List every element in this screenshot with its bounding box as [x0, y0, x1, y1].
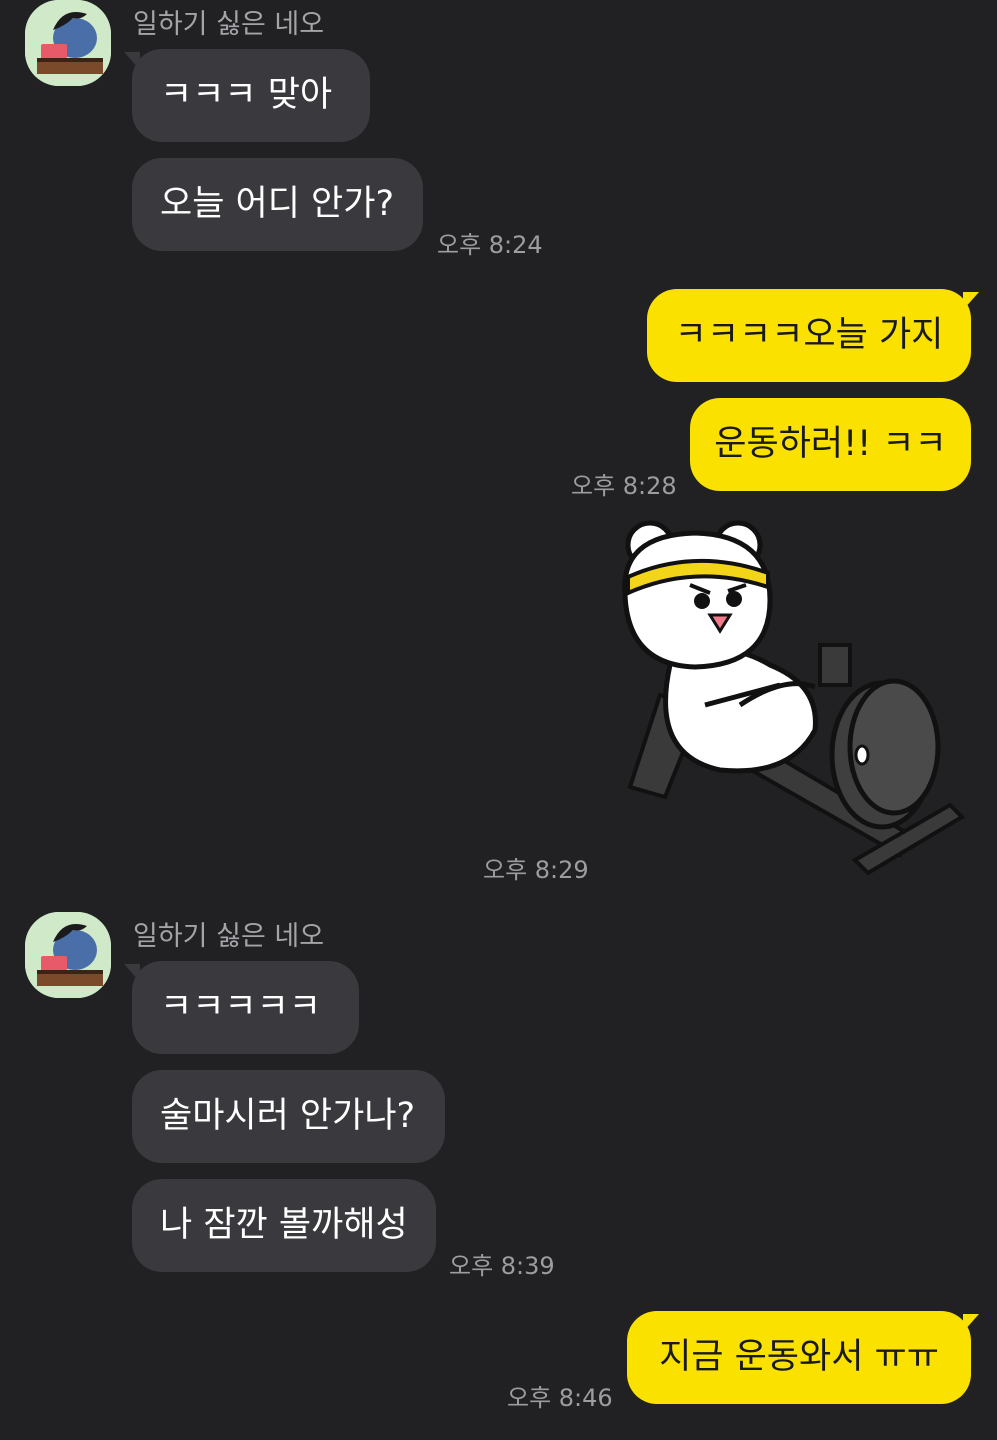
message-bubble[interactable]: 운동하러!! ㅋㅋ — [690, 398, 971, 491]
avatar[interactable] — [25, 0, 111, 86]
message-bubble[interactable]: 나 잠깐 볼까해성 — [132, 1179, 436, 1272]
sender-name: 일하기 싫은 네오 — [133, 921, 325, 952]
timestamp: 오후 8:24 — [437, 231, 543, 259]
bear-rowing-machine-sticker-icon — [622, 520, 966, 876]
timestamp: 오후 8:29 — [483, 856, 589, 884]
message-bubble[interactable]: ㅋㅋㅋ 맞아 — [132, 49, 370, 142]
message-bubble[interactable]: ㅋㅋㅋㅋㅋ — [132, 961, 359, 1054]
message-bubble[interactable]: 술마시러 안가나? — [132, 1070, 445, 1163]
timestamp: 오후 8:46 — [507, 1384, 613, 1412]
sender-name: 일하기 싫은 네오 — [133, 9, 325, 40]
sticker[interactable] — [610, 515, 970, 885]
timestamp: 오후 8:39 — [449, 1252, 555, 1280]
avatar[interactable] — [25, 912, 111, 998]
timestamp: 오후 8:28 — [571, 472, 677, 500]
neo-avatar-icon — [25, 0, 111, 86]
message-bubble[interactable]: 오늘 어디 안가? — [132, 158, 423, 251]
neo-avatar-icon — [25, 912, 111, 998]
message-bubble[interactable]: ㅋㅋㅋㅋ오늘 가지 — [647, 289, 971, 382]
message-bubble[interactable]: 지금 운동와서 ㅠㅠ — [627, 1311, 971, 1404]
